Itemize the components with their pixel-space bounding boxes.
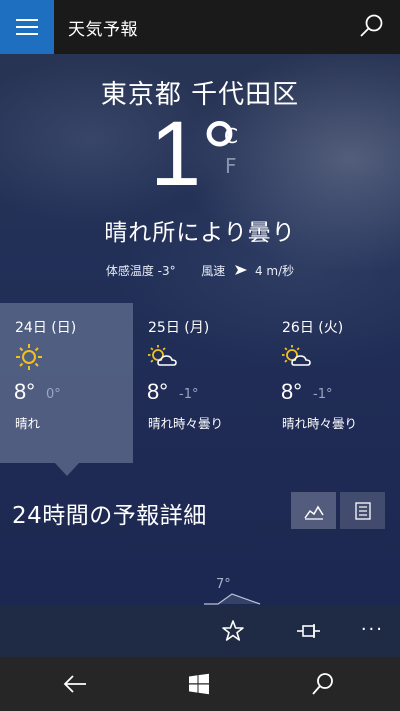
star-icon: [222, 620, 244, 641]
forecast-description: 晴れ時々曇り: [148, 416, 224, 431]
more-options-button[interactable]: ···: [361, 619, 384, 640]
app-title: 天気予報: [68, 20, 138, 40]
line-chart-icon: [303, 505, 324, 520]
search-icon: [360, 14, 383, 37]
partly-cloudy-icon: [281, 343, 311, 371]
system-navigation-bar: [0, 657, 400, 711]
selected-indicator: [55, 463, 79, 476]
weather-screen: 天気予報 東京都 千代田区 1° C F 晴れ所により曇り 体感温度 -3° 風…: [0, 0, 400, 711]
hamburger-line: [16, 19, 38, 21]
hamburger-line: [16, 33, 38, 35]
back-arrow-icon: [63, 675, 86, 693]
pin-icon: [297, 624, 320, 638]
hourly-section-title: 24時間の予報詳細: [12, 503, 207, 529]
feels-like-value: -3°: [157, 264, 176, 278]
chart-view-button[interactable]: [291, 492, 336, 529]
forecast-description: 晴れ時々曇り: [282, 416, 358, 431]
list-icon: [354, 501, 371, 520]
hamburger-menu-button[interactable]: [0, 0, 54, 54]
forecast-high: 8°: [14, 379, 36, 404]
forecast-low: -1°: [313, 387, 333, 402]
command-bar: ···: [0, 605, 400, 657]
forecast-date: 24日 (日): [15, 320, 77, 336]
wind-direction-icon: [235, 264, 248, 278]
wind-label: 風速: [201, 264, 226, 278]
partly-cloudy-icon: [147, 343, 177, 371]
current-condition: 晴れ所により曇り: [104, 220, 296, 246]
title-bar: 天気予報: [0, 0, 400, 54]
search-button[interactable]: [358, 12, 386, 40]
forecast-low: 0°: [46, 387, 61, 402]
pin-button[interactable]: [293, 615, 325, 647]
forecast-date: 26日 (火): [282, 320, 344, 336]
hamburger-line: [16, 26, 38, 28]
search-icon: [312, 673, 333, 695]
forecast-low: -1°: [179, 387, 199, 402]
list-view-button[interactable]: [340, 492, 385, 529]
forecast-description: 晴れ: [15, 416, 41, 431]
windows-logo-icon: [189, 673, 209, 695]
forecast-date: 25日 (月): [148, 320, 210, 336]
forecast-high: 8°: [281, 379, 303, 404]
hourly-temperature-line: [204, 593, 261, 605]
daily-forecast: 24日 (日) 8° 0° 晴れ 25日 (月) 8° -1° 晴れ時々曇り 2…: [0, 303, 400, 476]
back-button[interactable]: [58, 667, 92, 701]
sun-icon: [14, 343, 44, 371]
forecast-day-card[interactable]: 25日 (月) 8° -1° 晴れ時々曇り: [133, 303, 266, 463]
forecast-day-card[interactable]: 24日 (日) 8° 0° 晴れ: [0, 303, 133, 476]
forecast-day-card[interactable]: 26日 (火) 8° -1° 晴れ時々曇り: [267, 303, 400, 463]
unit-fahrenheit-toggle[interactable]: F: [225, 154, 237, 178]
wind-value: 4 m/秒: [254, 264, 295, 278]
more-icon: ···: [360, 619, 384, 640]
unit-celsius-toggle[interactable]: C: [224, 124, 238, 148]
start-button[interactable]: [182, 667, 216, 701]
forecast-high: 8°: [147, 379, 169, 404]
feels-like-label: 体感温度: [105, 264, 154, 278]
favorite-button[interactable]: [217, 615, 249, 647]
cortana-search-button[interactable]: [306, 667, 340, 701]
current-details: 体感温度 -3° 風速 4 m/秒: [0, 262, 400, 279]
